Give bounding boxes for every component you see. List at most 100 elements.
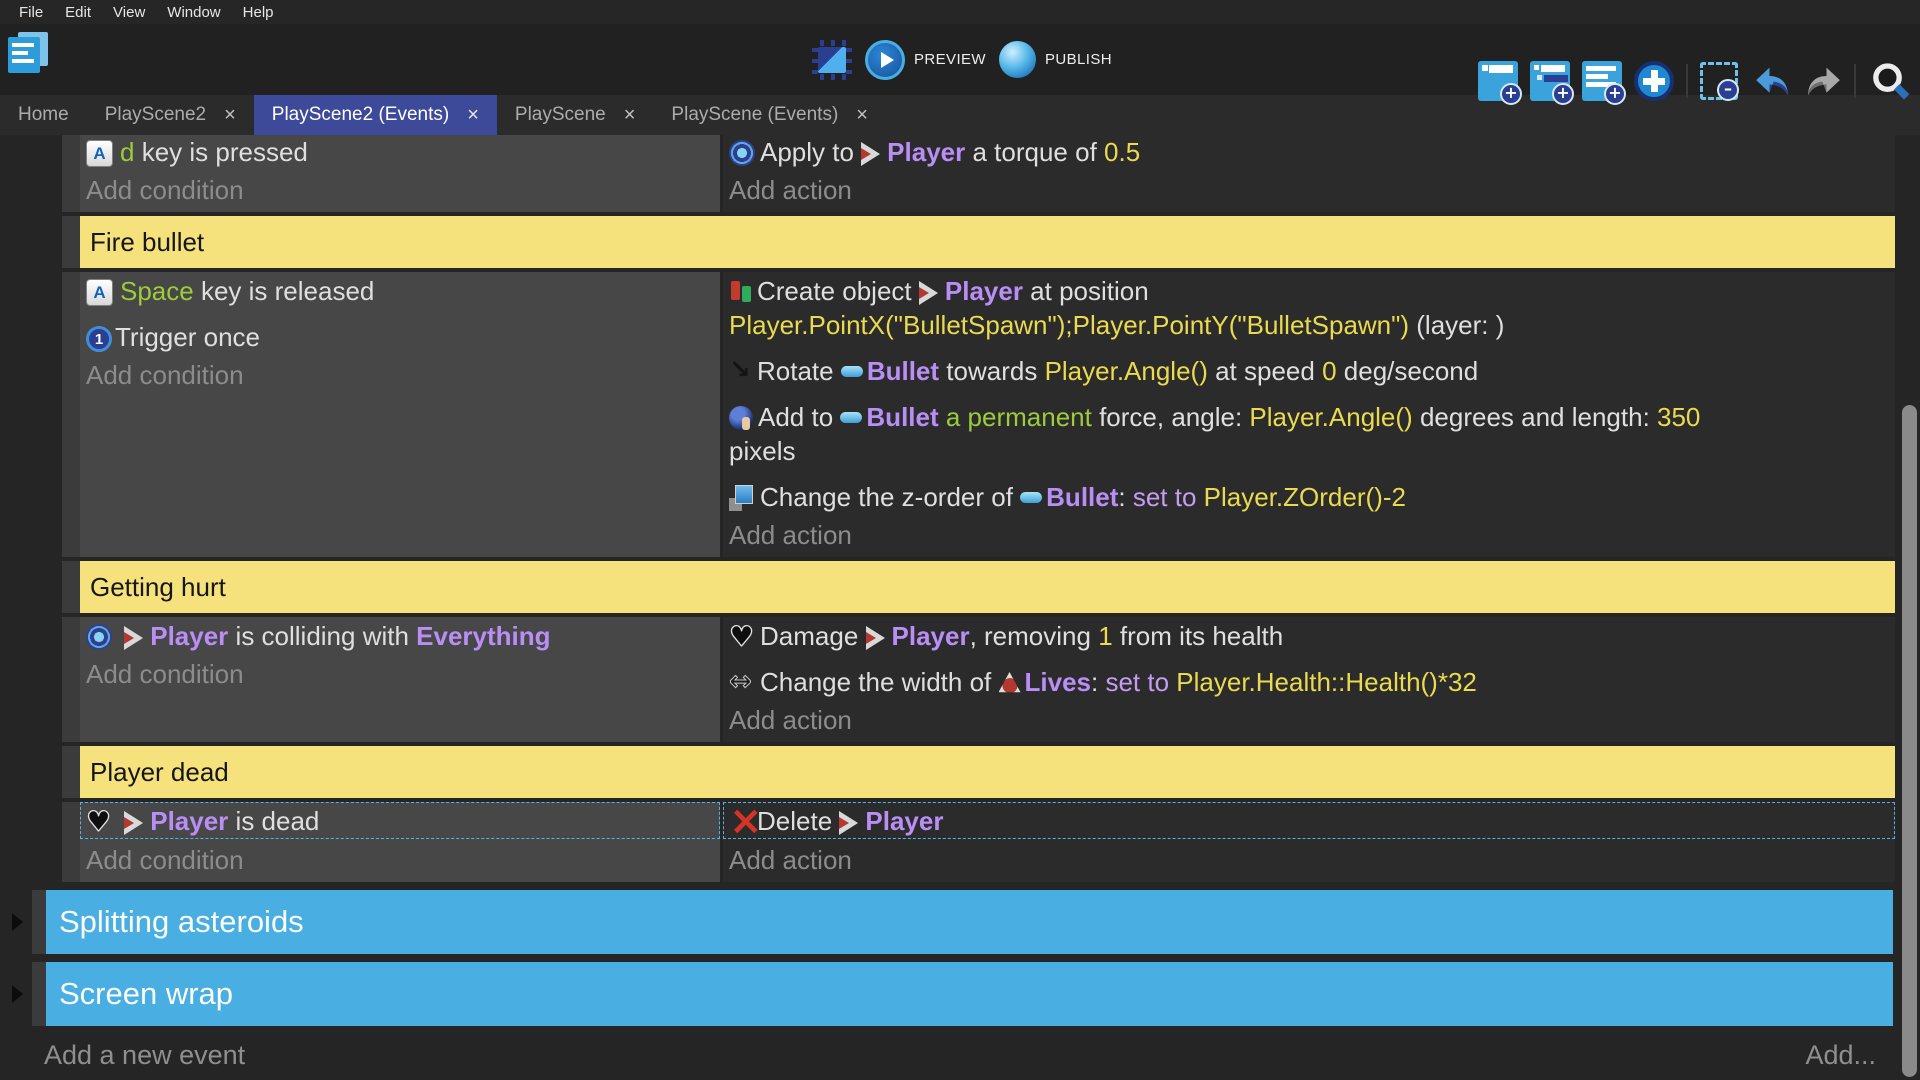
text-segment: Rotate bbox=[757, 356, 841, 386]
expand-group-arrow-icon[interactable] bbox=[12, 985, 23, 1003]
add-action-button[interactable]: Add action bbox=[723, 843, 1895, 877]
menu-window[interactable]: Window bbox=[156, 4, 231, 21]
text-segment: (layer: ) bbox=[1409, 310, 1504, 340]
text-segment: Player bbox=[892, 621, 970, 651]
health-icon bbox=[86, 808, 112, 836]
group-title: Player dead bbox=[90, 757, 229, 788]
sheet-bottom-row: Add a new event Add... bbox=[44, 1040, 1876, 1071]
add-event-icon[interactable] bbox=[1478, 61, 1518, 101]
redo-icon[interactable] bbox=[1802, 61, 1842, 101]
actions-cell: Apply to Player a torque of 0.5 Add actio… bbox=[723, 135, 1895, 212]
text-segment: set to bbox=[1133, 482, 1204, 512]
drag-handle[interactable] bbox=[62, 272, 80, 557]
action-item[interactable]: Create object Player at position Player.… bbox=[729, 274, 1887, 342]
text-segment: Player bbox=[150, 806, 228, 836]
add-action-button[interactable]: Add action bbox=[723, 173, 1895, 207]
close-tab-icon[interactable]: × bbox=[624, 105, 636, 125]
drag-handle[interactable] bbox=[62, 802, 80, 882]
tab-playscene2-events[interactable]: PlayScene2 (Events)× bbox=[254, 95, 497, 135]
scrollbar-thumb[interactable] bbox=[1902, 405, 1917, 1077]
text-segment: Create object bbox=[757, 276, 919, 306]
menu-view[interactable]: View bbox=[102, 4, 156, 21]
text-segment: : bbox=[1118, 482, 1132, 512]
action-item[interactable]: Apply to Player a torque of 0.5 bbox=[729, 135, 1887, 169]
text-segment: Player bbox=[887, 137, 965, 167]
menu-edit[interactable]: Edit bbox=[54, 4, 102, 21]
add-condition-button[interactable]: Add condition bbox=[80, 657, 720, 691]
text-segment: set to bbox=[1105, 667, 1176, 697]
menu-help[interactable]: Help bbox=[232, 4, 285, 21]
condition-items: Player is dead bbox=[80, 802, 720, 839]
search-icon[interactable] bbox=[1868, 61, 1908, 101]
add-condition-button[interactable]: Add condition bbox=[80, 843, 720, 877]
close-tab-icon[interactable]: × bbox=[224, 105, 236, 125]
text-segment: degrees and length: bbox=[1413, 402, 1657, 432]
add-action-button[interactable]: Add action bbox=[723, 703, 1895, 737]
drag-handle[interactable] bbox=[32, 962, 46, 1026]
drag-handle[interactable] bbox=[62, 135, 80, 212]
action-item[interactable]: Delete Player bbox=[729, 804, 1887, 838]
add-comment-icon[interactable] bbox=[1582, 61, 1622, 101]
event-row: d key is pressedAdd conditionApply to Pl… bbox=[62, 135, 1895, 212]
drag-handle[interactable] bbox=[32, 890, 46, 954]
condition-item[interactable]: Trigger once bbox=[86, 320, 712, 354]
add-condition-button[interactable]: Add condition bbox=[80, 358, 720, 392]
group-title: Screen wrap bbox=[59, 976, 233, 1012]
action-item[interactable]: Change the width of Lives: set to Player… bbox=[729, 665, 1887, 699]
action-items: Apply to Player a torque of 0.5 bbox=[723, 135, 1895, 169]
text-segment: force, angle: bbox=[1092, 402, 1250, 432]
action-item[interactable]: Change the z-order of Bullet: set to Pla… bbox=[729, 480, 1887, 514]
expand-group-arrow-icon[interactable] bbox=[12, 913, 23, 931]
event-group-row: Fire bullet bbox=[62, 216, 1895, 268]
condition-item[interactable]: Player is colliding with Everything bbox=[86, 619, 712, 653]
undo-icon[interactable] bbox=[1750, 61, 1790, 101]
add-force-icon bbox=[729, 406, 753, 430]
add-more-button[interactable]: Add... bbox=[1805, 1040, 1876, 1071]
action-item[interactable]: Damage Player, removing 1 from its healt… bbox=[729, 619, 1887, 653]
event-group-screen-wrap[interactable]: Screen wrap bbox=[46, 962, 1893, 1026]
drag-handle[interactable] bbox=[62, 617, 80, 742]
tab-label: Home bbox=[18, 104, 69, 126]
add-condition-button[interactable]: Add condition bbox=[80, 173, 720, 207]
choose-event-type-icon[interactable] bbox=[1634, 61, 1674, 101]
close-tab-icon[interactable]: × bbox=[856, 105, 868, 125]
text-segment: 0.5 bbox=[1104, 137, 1140, 167]
preview-button[interactable]: PREVIEW bbox=[865, 40, 986, 80]
player-object-icon bbox=[124, 626, 143, 650]
add-new-event-button[interactable]: Add a new event bbox=[44, 1040, 245, 1071]
tab-playscene2[interactable]: PlayScene2× bbox=[87, 95, 254, 135]
drag-handle[interactable] bbox=[62, 561, 80, 613]
trigger-once-icon bbox=[86, 326, 112, 352]
drag-handle[interactable] bbox=[62, 746, 80, 798]
app-logo-icon[interactable] bbox=[8, 32, 48, 74]
text-segment: Player bbox=[945, 276, 1023, 306]
add-action-button[interactable]: Add action bbox=[723, 518, 1895, 552]
toolbar-separator bbox=[1854, 64, 1856, 98]
player-object-icon bbox=[861, 142, 880, 166]
text-segment bbox=[117, 806, 124, 836]
text-segment: 350 bbox=[1657, 402, 1700, 432]
drag-handle[interactable] bbox=[62, 216, 80, 268]
event-group-splitting-asteroids[interactable]: Splitting asteroids bbox=[46, 890, 1893, 954]
condition-item[interactable]: Space key is released bbox=[86, 274, 712, 308]
tab-playscene[interactable]: PlayScene× bbox=[497, 95, 654, 135]
action-item[interactable]: Rotate Bullet towards Player.Angle() at … bbox=[729, 354, 1887, 388]
tab-home[interactable]: Home bbox=[0, 95, 87, 135]
event-group-fire-bullet[interactable]: Fire bullet bbox=[80, 216, 1895, 268]
keyboard-icon bbox=[86, 140, 113, 167]
deselect-all-icon[interactable] bbox=[1700, 62, 1738, 100]
action-item[interactable]: Add to Bullet a permanent force, angle: … bbox=[729, 400, 1887, 468]
menu-file[interactable]: File bbox=[8, 4, 54, 21]
event-group-player-dead[interactable]: Player dead bbox=[80, 746, 1895, 798]
text-segment: Player.Angle() bbox=[1045, 356, 1208, 386]
tab-playscene-events[interactable]: PlayScene (Events)× bbox=[653, 95, 886, 135]
debug-icon[interactable] bbox=[812, 40, 852, 80]
publish-button[interactable]: PUBLISH bbox=[999, 41, 1112, 78]
add-subevent-icon[interactable] bbox=[1530, 61, 1570, 101]
condition-items: d key is pressed bbox=[80, 135, 720, 169]
condition-item[interactable]: Player is dead bbox=[86, 804, 712, 838]
close-tab-icon[interactable]: × bbox=[467, 105, 479, 125]
event-group-getting-hurt[interactable]: Getting hurt bbox=[80, 561, 1895, 613]
condition-item[interactable]: d key is pressed bbox=[86, 135, 712, 169]
text-segment: a permanent bbox=[939, 402, 1092, 432]
